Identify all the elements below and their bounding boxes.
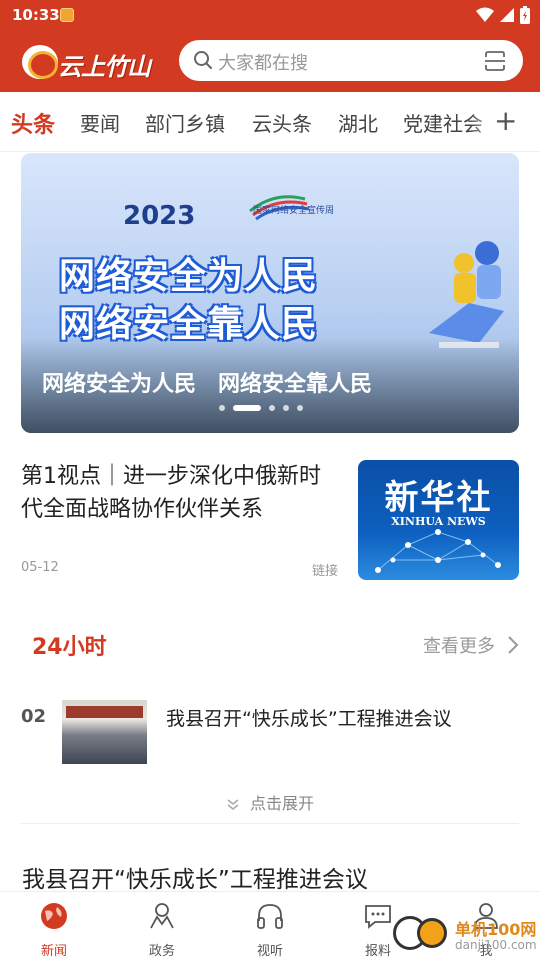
headphones-icon [257,904,283,929]
search-icon [194,51,212,69]
scan-icon[interactable] [483,49,507,73]
chat-icon [365,905,391,929]
nav-government[interactable]: 政务 [108,892,216,960]
expand-button[interactable]: 点击展开 [0,790,540,814]
nav-label: 新闻 [40,944,67,959]
article-title: 第1视点｜进一步深化中俄新时代全面战略协作伙伴关系 [21,464,321,522]
search-placeholder: 大家都在搜 [218,53,308,74]
battery-icon [520,6,530,24]
banner-line1: 网络安全为人民 [59,256,319,297]
globe-icon [41,903,67,929]
banner-caption: 网络安全为人民 网络安全靠人民 [42,372,373,397]
watermark: 单机100网 danji100.com [393,910,540,960]
carousel-indicator [219,405,303,411]
view-more-link[interactable]: 查看更多 [423,632,495,658]
tab-departments[interactable]: 部门乡镇 [145,108,225,137]
item-thumbnail [62,700,147,764]
meeting-stage [66,706,143,718]
people-icon [150,903,174,929]
section-24h-title: 24小时 [32,635,107,660]
banner-carousel[interactable]: 2023 国家网络安全宣传周 网络安全为人民 网络安全靠人民 网络安全为人民 网… [21,153,519,433]
nav-audio-video[interactable]: 视听 [216,892,324,960]
status-time: 10:33 [12,6,60,24]
tab-cloud-headlines[interactable]: 云头条 [252,108,312,137]
signal-icon [500,8,514,22]
article-thumbnail: 新华社 XINHUA NEWS [358,460,519,580]
chevron-down-double-icon [227,798,239,810]
item-rank: 02 [21,706,47,727]
logo-emblem-icon [22,45,58,79]
tab-headlines[interactable]: 头条 [11,107,55,139]
tab-news[interactable]: 要闻 [80,108,120,137]
top-bar: 10:33 云上竹山 大家都在搜 [0,0,540,92]
system-icons [476,6,530,24]
banner-week-title: 国家网络安全宣传周 [253,206,335,216]
notification-app-icon [60,8,74,22]
carousel-dot[interactable] [269,405,275,411]
illustration-people-icon [429,241,504,348]
status-bar: 10:33 [0,0,540,30]
add-channel-icon[interactable]: + [494,104,517,137]
tab-hubei[interactable]: 湖北 [338,108,378,137]
carousel-dot[interactable] [219,405,225,411]
carousel-dot[interactable] [297,405,303,411]
item-title: 我县召开“快乐成长”工程推进会议 [166,708,452,730]
feed-headline[interactable]: 我县召开“快乐成长”工程推进会议 [22,860,368,894]
article-date: 05-12 [21,560,59,575]
watermark-logo-icon [417,918,447,948]
list-item[interactable]: 02 我县召开“快乐成长”工程推进会议 [21,700,519,766]
wifi-icon [476,7,494,22]
carousel-dot-active[interactable] [233,405,261,411]
search-bar[interactable]: 大家都在搜 [179,40,523,81]
expand-label: 点击展开 [249,794,314,813]
banner-year: 2023 [123,201,196,231]
nav-label: 政务 [148,944,175,959]
app-name: 云上竹山 [58,53,151,81]
carousel-dot[interactable] [283,405,289,411]
watermark-url: danji100.com [455,938,537,952]
news-article-card[interactable]: 第1视点｜进一步深化中俄新时代全面战略协作伙伴关系 05-12 链接 新华社 X… [21,458,519,582]
divider [21,823,519,824]
chevron-right-icon[interactable] [507,635,519,655]
nav-label: 视听 [256,944,283,959]
article-tag: 链接 [312,564,339,579]
app-logo: 云上竹山 [22,43,162,81]
network-graphic-icon [375,529,501,573]
watermark-name: 单机100网 [455,920,537,939]
channel-tabs: 头条 要闻 部门乡镇 云头条 湖北 党建社会 + [0,92,540,152]
nav-news[interactable]: 新闻 [0,892,108,960]
